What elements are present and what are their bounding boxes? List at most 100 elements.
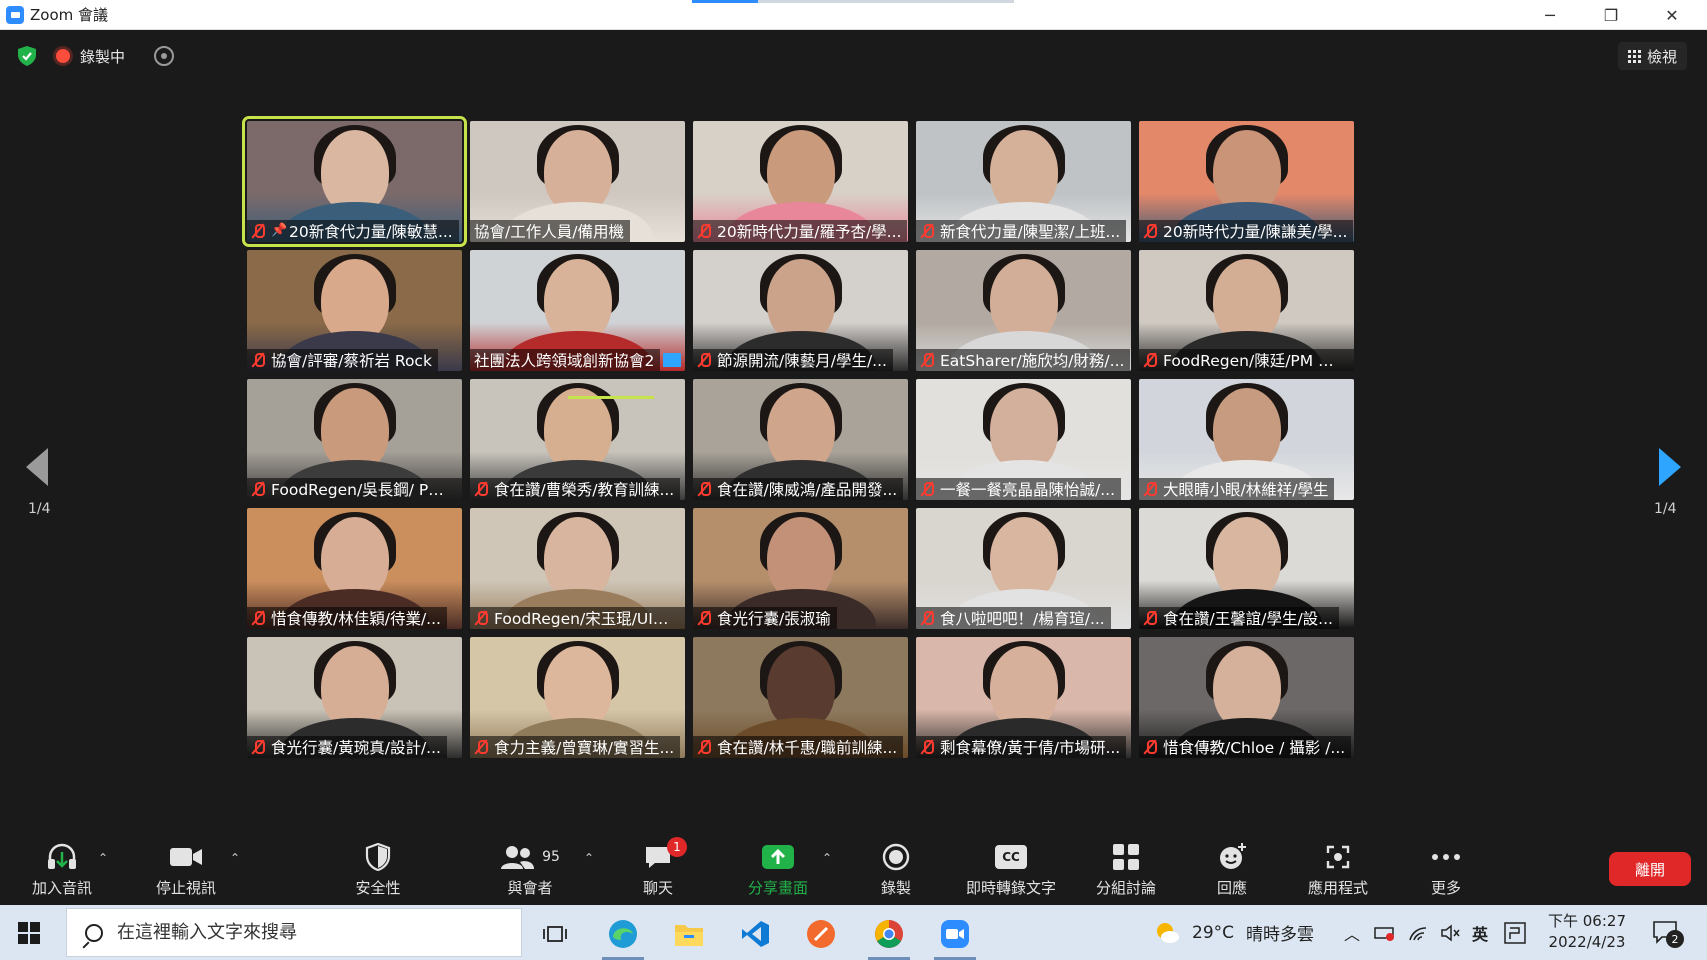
live-transcript-button[interactable]: CC 即時轉錄文字 — [958, 841, 1064, 901]
next-page-arrow-icon[interactable] — [1659, 448, 1681, 486]
participant-tile[interactable]: 食力主義/曾寶琳/實習生... — [470, 637, 685, 758]
video-camera-icon — [168, 841, 204, 873]
previous-page-arrow-icon[interactable] — [26, 448, 48, 486]
ime-language[interactable]: 英 — [1472, 921, 1488, 945]
participant-tile[interactable]: 協會/評審/蔡祈岩 Rock — [247, 250, 462, 371]
minimize-button[interactable]: ─ — [1524, 0, 1576, 30]
participant-tile[interactable]: 節源開流/陳藝月/學生/... — [693, 250, 908, 371]
edge-browser-icon[interactable] — [596, 913, 650, 960]
taskbar-search[interactable] — [66, 908, 522, 957]
participant-tile[interactable]: EatSharer/施欣均/財務/... — [916, 250, 1131, 371]
participant-tile[interactable]: 20新時代力量/陳謙美/學... — [1139, 121, 1354, 242]
participant-name-bar: 食在讚/陳威鴻/產品開發... — [693, 478, 904, 500]
participant-tile[interactable]: 惜食傳教/Chloe / 攝影 /... — [1139, 637, 1354, 758]
breakout-rooms-button[interactable]: 分組討論 — [1092, 841, 1160, 901]
restore-button[interactable]: ❐ — [1585, 0, 1637, 30]
mic-muted-icon — [697, 223, 711, 239]
breakout-rooms-icon — [1112, 841, 1140, 873]
participant-tile[interactable]: 協會/工作人員/備用機 — [470, 121, 685, 242]
orange-app-icon[interactable] — [794, 913, 848, 955]
participant-tile[interactable]: 一餐一餐亮晶晶陳怡誠/... — [916, 379, 1131, 500]
input-method-icon[interactable] — [1504, 921, 1526, 944]
participant-name-bar: 食八啦吧吧！/楊育瑄/... — [916, 607, 1111, 629]
leave-meeting-button[interactable]: 離開 — [1609, 852, 1691, 886]
participant-name: 新食代力量/陳聖潔/上班... — [940, 223, 1121, 241]
chat-unread-badge: 1 — [667, 837, 687, 857]
participant-tile[interactable]: FoodRegen/宋玉琨/UIUX... — [470, 508, 685, 629]
participant-tile[interactable]: 新食代力量/陳聖潔/上班... — [916, 121, 1131, 242]
shield-icon — [365, 841, 391, 873]
security-button[interactable]: 安全性 — [348, 841, 408, 901]
apps-button[interactable]: 應用程式 — [1304, 841, 1372, 901]
weather-partly-cloudy-icon — [1157, 922, 1179, 943]
record-button[interactable]: 錄製 — [872, 841, 920, 901]
notifications-count: 2 — [1666, 930, 1684, 948]
participant-tile[interactable]: 剩食幕僚/黃于倩/市場研... — [916, 637, 1131, 758]
more-button[interactable]: 更多 — [1424, 841, 1468, 901]
clock-time: 下午 06:27 — [1548, 912, 1626, 930]
file-explorer-icon[interactable] — [662, 913, 716, 955]
tray-expand-caret-icon[interactable]: ︿ — [1344, 921, 1360, 945]
participant-tile[interactable]: 食在讚/林千惠/職前訓練... — [693, 637, 908, 758]
video-options-caret-icon[interactable]: ⌃ — [230, 851, 240, 865]
audio-options-caret-icon[interactable]: ⌃ — [98, 851, 108, 865]
close-button[interactable]: ✕ — [1646, 0, 1698, 30]
chrome-icon[interactable] — [862, 913, 916, 960]
participant-name-bar: 食力主義/曾寶琳/實習生... — [470, 736, 681, 758]
window-titlebar: Zoom 會議 ─ ❐ ✕ — [0, 0, 1707, 30]
participant-name: 20新食代力量/陳敏慧... — [289, 223, 453, 241]
participants-button[interactable]: 95 與會者 — [490, 841, 570, 901]
participant-tile[interactable]: 食光行囊/黃琬真/設計/... — [247, 637, 462, 758]
speaking-indicator — [568, 396, 654, 399]
volume-muted-icon[interactable] — [1440, 923, 1460, 942]
participant-tile[interactable]: 食八啦吧吧！/楊育瑄/... — [916, 508, 1131, 629]
zoom-taskbar-icon[interactable] — [928, 913, 982, 960]
participant-tile[interactable]: 📌 20新食代力量/陳敏慧... — [242, 116, 467, 247]
reactions-button[interactable]: 回應 — [1210, 841, 1254, 901]
share-screen-button[interactable]: 分享畫面 — [740, 841, 816, 901]
participant-name: 惜食傳教/林佳穎/待業/... — [271, 610, 441, 628]
wifi-icon[interactable] — [1408, 924, 1428, 942]
view-button[interactable]: 檢視 — [1617, 42, 1687, 70]
participant-tile[interactable]: 惜食傳教/林佳穎/待業/... — [247, 508, 462, 629]
participant-tile[interactable]: 食光行囊/張淑瑜 — [693, 508, 908, 629]
page-indicator-left: 1/4 — [28, 501, 51, 517]
join-audio-label: 加入音訊 — [31, 879, 92, 897]
chat-button[interactable]: 1 聊天 — [636, 837, 687, 901]
participant-tile[interactable]: 大眼睛小眼/林維祥/學生 — [1139, 379, 1354, 500]
participant-tile[interactable]: 社團法人跨領域創新協會2 — [470, 250, 685, 371]
recording-control-icon[interactable] — [154, 46, 174, 66]
participants-options-caret-icon[interactable]: ⌃ — [584, 851, 594, 865]
notifications-icon[interactable]: 2 — [1652, 920, 1684, 948]
participant-name-bar: 20新時代力量/羅予杏/學... — [693, 220, 908, 242]
taskbar-clock[interactable]: 下午 06:27 2022/4/23 — [1548, 911, 1626, 953]
recording-indicator[interactable]: 錄製中 — [56, 42, 125, 70]
search-icon — [85, 923, 103, 942]
share-options-caret-icon[interactable]: ⌃ — [822, 851, 832, 865]
participant-tile[interactable]: FoodRegen/吳長鋼/ PM ... — [247, 379, 462, 500]
weather-widget[interactable]: 29°C 晴時多雲 — [1154, 905, 1314, 960]
mic-muted-icon — [697, 352, 711, 368]
window-title: Zoom 會議 — [30, 6, 109, 24]
participant-tile[interactable]: FoodRegen/陳廷/PM 自... — [1139, 250, 1354, 371]
participants-label: 與會者 — [507, 879, 553, 897]
video-gallery: 📌 20新食代力量/陳敏慧... 協會/工作人員/備用機 20新時代力量/羅予杏/學.… — [242, 116, 1458, 816]
participant-tile[interactable]: 20新時代力量/羅予杏/學... — [693, 121, 908, 242]
stop-video-button[interactable]: 停止視訊 — [148, 841, 224, 901]
participant-name: 剩食幕僚/黃于倩/市場研... — [940, 739, 1121, 757]
participant-name: 社團法人跨領域創新協會2 — [474, 352, 655, 370]
join-audio-button[interactable]: 加入音訊 — [24, 841, 100, 901]
participant-name: 食在讚/林千惠/職前訓練... — [717, 739, 898, 757]
meeting-toolbar: 加入音訊 ⌃ 停止視訊 ⌃ 安全性 95 與會者 ⌃ 1 聊天 分享畫面 ⌃ 錄… — [0, 835, 1707, 905]
mic-muted-icon — [251, 352, 265, 368]
participant-tile[interactable]: 食在讚/陳威鴻/產品開發... — [693, 379, 908, 500]
system-tray: ︿ 英 — [1344, 905, 1526, 960]
windows-start-icon[interactable] — [18, 922, 40, 944]
security-shield-icon[interactable] — [16, 45, 38, 67]
taskbar-search-input[interactable] — [117, 922, 497, 943]
participant-tile[interactable]: 食在讚/王馨誼/學生/設... — [1139, 508, 1354, 629]
battery-icon[interactable] — [1374, 924, 1396, 942]
vscode-icon[interactable] — [728, 913, 782, 955]
task-view-icon[interactable] — [528, 913, 582, 955]
participant-name-bar: 食在讚/林千惠/職前訓練... — [693, 736, 904, 758]
